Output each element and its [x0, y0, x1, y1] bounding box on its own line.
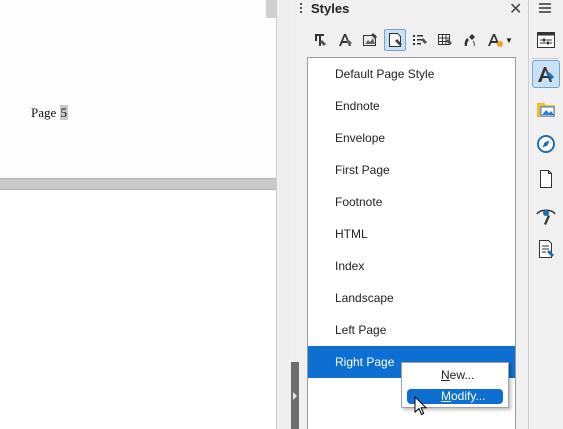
list-styles-icon[interactable]	[409, 29, 431, 51]
style-inspector-icon[interactable]	[532, 200, 560, 228]
panel-title: Styles	[311, 1, 350, 16]
page-styles-icon[interactable]	[384, 29, 406, 51]
mouse-cursor-icon	[414, 396, 428, 416]
styles-icon[interactable]	[532, 60, 560, 88]
drag-handle-icon[interactable]	[299, 3, 302, 15]
list-item-index[interactable]: Index	[308, 250, 515, 282]
page-number-text: Page 5	[31, 105, 69, 120]
character-styles-icon[interactable]	[334, 29, 356, 51]
vertical-scrollbar[interactable]	[266, 0, 276, 18]
manage-changes-icon[interactable]	[532, 235, 560, 263]
page-icon[interactable]	[532, 165, 560, 193]
style-category-toolbar: ▼	[309, 27, 513, 53]
styles-actions-icon[interactable]	[484, 29, 506, 51]
sidebar-splitter[interactable]	[276, 0, 291, 429]
fill-format-mode-icon[interactable]	[459, 29, 481, 51]
properties-icon[interactable]	[532, 26, 560, 54]
list-item-footnote[interactable]: Footnote	[308, 186, 515, 218]
table-styles-icon[interactable]	[434, 29, 456, 51]
frame-styles-icon[interactable]	[359, 29, 381, 51]
document-area[interactable]: Page 5	[0, 0, 276, 429]
list-item-envelope[interactable]: Envelope	[308, 122, 515, 154]
gallery-icon[interactable]	[532, 95, 560, 123]
close-icon[interactable]: ✕	[509, 0, 522, 19]
sidebar-tab-bar	[528, 0, 563, 429]
hamburger-menu-icon[interactable]	[538, 1, 552, 18]
document-page[interactable]	[0, 0, 276, 179]
list-item-html[interactable]: HTML	[308, 218, 515, 250]
list-item-endnote[interactable]: Endnote	[308, 90, 515, 122]
chevron-down-icon[interactable]: ▼	[505, 36, 513, 45]
page-number-field[interactable]: 5	[59, 105, 69, 120]
page-gap	[0, 178, 276, 190]
menu-item-new[interactable]: New...	[407, 368, 503, 383]
list-item-landscape[interactable]: Landscape	[308, 282, 515, 314]
collapse-arrow-icon	[293, 392, 297, 400]
separator	[533, 58, 559, 59]
list-item-default-page-style[interactable]: Default Page Style	[308, 58, 515, 90]
document-next-page[interactable]	[0, 190, 276, 429]
list-item-first-page[interactable]: First Page	[308, 154, 515, 186]
paragraph-styles-icon[interactable]	[309, 29, 331, 51]
list-item-left-page[interactable]: Left Page	[308, 314, 515, 346]
navigator-icon[interactable]	[532, 130, 560, 158]
